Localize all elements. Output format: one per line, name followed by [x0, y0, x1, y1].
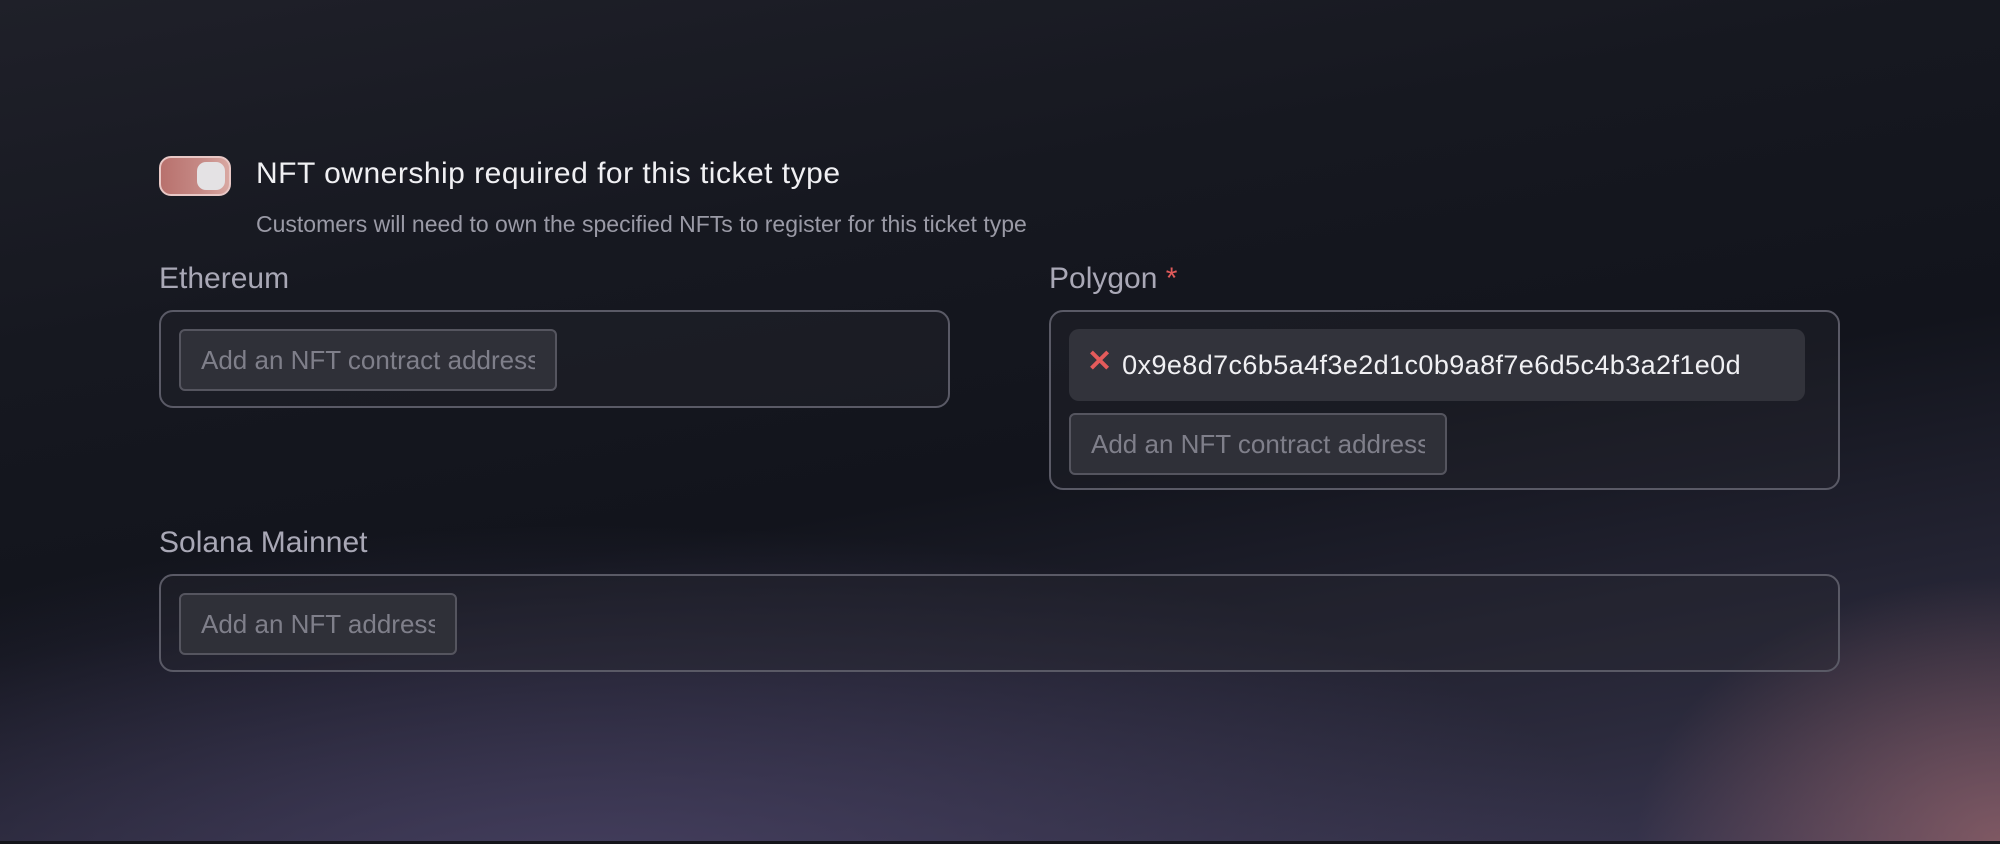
required-marker: * — [1165, 262, 1178, 295]
solana-label: Solana Mainnet — [159, 526, 367, 560]
remove-address-icon[interactable]: ✕ — [1087, 347, 1112, 377]
polygon-address-input[interactable] — [1069, 413, 1447, 475]
polygon-address-box: ✕ 0x9e8d7c6b5a4f3e2d1c0b9a8f7e6d5c4b3a2f… — [1049, 310, 1840, 490]
ethereum-label: Ethereum — [159, 262, 289, 296]
polygon-address-value: 0x9e8d7c6b5a4f3e2d1c0b9a8f7e6d5c4b3a2f1e… — [1122, 349, 1742, 380]
polygon-label-text: Polygon — [1049, 262, 1158, 295]
ethereum-label-text: Ethereum — [159, 262, 290, 295]
toggle-knob — [197, 162, 225, 190]
nft-required-toggle[interactable] — [159, 156, 231, 196]
nft-required-description: Customers will need to own the specified… — [256, 211, 1027, 237]
solana-address-input[interactable] — [179, 593, 457, 655]
solana-address-box — [159, 574, 1840, 672]
solana-label-text: Solana Mainnet — [159, 526, 368, 559]
nft-required-title: NFT ownership required for this ticket t… — [256, 157, 841, 190]
ethereum-address-input[interactable] — [179, 329, 557, 391]
polygon-address-chip: ✕ 0x9e8d7c6b5a4f3e2d1c0b9a8f7e6d5c4b3a2f… — [1069, 329, 1805, 401]
polygon-label: Polygon * — [1049, 262, 1177, 296]
ethereum-address-box — [159, 310, 950, 408]
